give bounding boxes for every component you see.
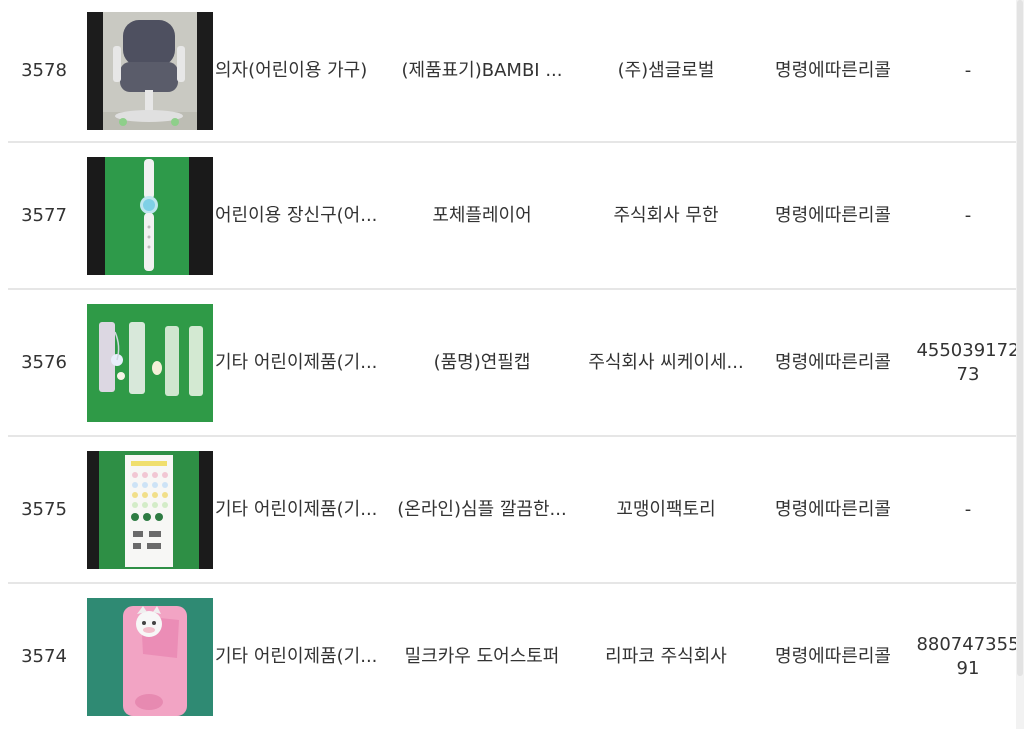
company-name: 주식회사 씨케이세... [588, 351, 744, 373]
product-thumbnail[interactable] [87, 303, 213, 422]
recall-type: 명령에따른리콜 [775, 59, 891, 81]
product-name: (온라인)심플 깔끔한... [397, 498, 567, 520]
list-item[interactable]: 3576 기타 어린이제품(기... (품명)연필캡 주식회사 씨케이세... … [8, 290, 1020, 437]
product-thumbnail[interactable] [87, 597, 213, 716]
category: 기타 어린이제품(기... [215, 351, 378, 373]
barcode: - [964, 59, 972, 81]
product-thumbnail[interactable] [87, 156, 213, 275]
barcode: - [964, 204, 972, 226]
recall-type: 명령에따른리콜 [775, 204, 891, 226]
product-name: 밀크카우 도어스토퍼 [404, 645, 560, 667]
item-number: 3575 [21, 498, 67, 520]
product-thumbnail[interactable] [87, 450, 213, 569]
item-number: 3574 [21, 645, 67, 667]
category: 어린이용 장신구(어... [215, 204, 378, 226]
item-number: 3577 [21, 204, 67, 226]
list-item[interactable]: 3575 기타 어린이제품(기... (온라인)심플 깔끔한... 꼬맹이팩토리… [8, 437, 1016, 584]
product-name: (제품표기)BAMBI ... [401, 59, 563, 81]
company-name: 꼬맹이팩토리 [616, 498, 716, 520]
item-number: 3578 [21, 59, 67, 81]
barcode: 880747355 91 [916, 633, 1020, 679]
category: 의자(어린이용 가구) [215, 59, 368, 81]
company-name: 리파코 주식회사 [605, 645, 727, 667]
recall-list: 3578 의자(어린이용 가구) (제품표기)BAMBI ... (주)샘글로벌… [8, 0, 1020, 729]
barcode: - [964, 498, 972, 520]
company-name: (주)샘글로벌 [617, 59, 715, 81]
list-item[interactable]: 3578 의자(어린이용 가구) (제품표기)BAMBI ... (주)샘글로벌… [8, 0, 1016, 143]
product-name: (품명)연필캡 [433, 351, 531, 373]
barcode: 455039172 73 [916, 339, 1020, 385]
recall-type: 명령에따른리콜 [775, 498, 891, 520]
product-thumbnail[interactable] [87, 11, 213, 130]
product-name: 포체플레이어 [432, 204, 532, 226]
company-name: 주식회사 무한 [613, 204, 719, 226]
category: 기타 어린이제품(기... [215, 498, 378, 520]
list-item[interactable]: 3577 어린이용 장신구(어... 포체플레이어 주식회사 무한 명령에따른리… [8, 143, 1016, 290]
list-item[interactable]: 3574 기타 어린이제품(기... 밀크카우 도어스토퍼 리파코 주식회사 명… [8, 584, 1020, 729]
recall-type: 명령에따른리콜 [775, 351, 891, 373]
vertical-scrollbar[interactable] [1016, 0, 1024, 729]
recall-type: 명령에따른리콜 [775, 645, 891, 667]
scrollbar-thumb[interactable] [1017, 0, 1023, 676]
category: 기타 어린이제품(기... [215, 645, 378, 667]
item-number: 3576 [21, 351, 67, 373]
